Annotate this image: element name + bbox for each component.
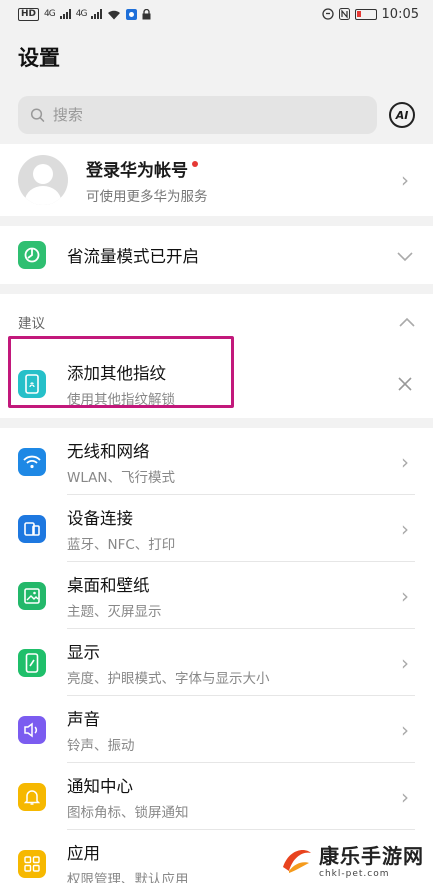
- fingerprint-phone-icon: [18, 370, 46, 398]
- settings-item-sound[interactable]: 声音 铃声、振动 ›: [0, 696, 433, 763]
- sound-icon: [18, 715, 46, 744]
- settings-item-subtitle: 铃声、振动: [67, 737, 135, 754]
- assistant-icon: AI: [395, 108, 409, 122]
- shield-status-icon: [126, 8, 138, 20]
- data-saver-title: 省流量模式已开启: [67, 247, 199, 266]
- account-row[interactable]: 登录华为帐号 可使用更多华为服务 ›: [0, 144, 433, 216]
- search-row: AI: [0, 92, 433, 138]
- account-title: 登录华为帐号: [86, 160, 188, 181]
- settings-item-subtitle: 蓝牙、NFC、打印: [67, 536, 176, 553]
- lock-status-icon: [142, 8, 151, 19]
- settings-item-title: 显示: [67, 642, 100, 662]
- add-fingerprint-suggestion[interactable]: 添加其他指纹 使用其他指纹解锁: [0, 350, 433, 418]
- settings-item-title: 桌面和壁纸: [67, 575, 150, 595]
- nfc-status-icon: [338, 8, 350, 20]
- chevron-down-icon[interactable]: [395, 243, 415, 267]
- suggestions-header[interactable]: 建议: [0, 294, 433, 350]
- dnd-status-icon: [321, 8, 334, 20]
- search-box[interactable]: [18, 96, 377, 134]
- close-icon[interactable]: [395, 372, 415, 396]
- settings-item-title: 设备连接: [67, 508, 133, 528]
- watermark-title: 康乐手游网: [319, 843, 424, 868]
- signal-1-label: 4G: [44, 9, 56, 19]
- settings-item-subtitle: 主题、灭屏显示: [67, 603, 162, 620]
- bell-icon: [18, 782, 46, 811]
- device-connection-icon: [18, 514, 46, 543]
- settings-item-subtitle: 亮度、护眼模式、字体与显示大小: [67, 670, 270, 687]
- apps-icon: [18, 849, 46, 878]
- wifi-icon: [18, 447, 46, 476]
- cellular-signal-icon: [59, 9, 71, 19]
- settings-item-home-wallpaper[interactable]: 桌面和壁纸 主题、灭屏显示 ›: [0, 562, 433, 629]
- wifi-status-icon: [108, 10, 121, 19]
- data-saver-icon: [18, 241, 46, 269]
- watermark-logo-icon: [279, 841, 315, 877]
- chevron-right-icon: ›: [401, 717, 409, 742]
- settings-item-subtitle: WLAN、飞行模式: [67, 469, 176, 486]
- page-title: 设置: [18, 46, 60, 70]
- chevron-right-icon: ›: [401, 516, 409, 541]
- settings-item-title: 无线和网络: [67, 441, 150, 461]
- suggestion-subtitle: 使用其他指纹解锁: [67, 392, 175, 408]
- settings-item-wireless[interactable]: 无线和网络 WLAN、飞行模式 ›: [0, 428, 433, 495]
- wallpaper-icon: [18, 581, 46, 610]
- watermark-url: chkl-pet.com: [319, 868, 390, 879]
- chevron-right-icon: ›: [401, 650, 409, 675]
- display-icon: [18, 648, 46, 677]
- settings-item-display[interactable]: 显示 亮度、护眼模式、字体与显示大小 ›: [0, 629, 433, 696]
- status-bar: HD 4G 4G 10:05: [0, 0, 433, 28]
- avatar: [18, 155, 68, 205]
- chevron-right-icon: ›: [401, 449, 409, 474]
- settings-item-notifications[interactable]: 通知中心 图标角标、锁屏通知 ›: [0, 763, 433, 830]
- hd-indicator: HD: [18, 7, 40, 21]
- settings-item-title: 通知中心: [67, 776, 133, 796]
- signal-2-label: 4G: [75, 9, 88, 19]
- data-saver-row[interactable]: 省流量模式已开启: [0, 226, 433, 284]
- suggestions-label: 建议: [18, 316, 45, 332]
- search-icon: [30, 108, 45, 122]
- chevron-right-icon: ›: [401, 784, 409, 809]
- suggestion-title: 添加其他指纹: [67, 364, 166, 383]
- watermark: 康乐手游网 chkl-pet.com: [279, 837, 429, 881]
- notification-dot: [192, 161, 198, 167]
- chevron-right-icon: ›: [401, 168, 409, 192]
- cellular-signal-2-icon: [91, 9, 103, 19]
- chevron-right-icon: ›: [401, 583, 409, 608]
- settings-list: 无线和网络 WLAN、飞行模式 › 设备连接 蓝牙、NFC、打印 › 桌面和壁纸…: [0, 428, 433, 883]
- settings-item-subtitle: 图标角标、锁屏通知: [67, 804, 189, 821]
- clock: 10:05: [381, 6, 419, 22]
- settings-item-title: 声音: [67, 709, 100, 729]
- chevron-up-icon[interactable]: [399, 317, 415, 327]
- assistant-button[interactable]: AI: [389, 102, 415, 128]
- battery-icon: [354, 8, 377, 20]
- search-input[interactable]: [52, 106, 365, 124]
- settings-item-device-connection[interactable]: 设备连接 蓝牙、NFC、打印 ›: [0, 495, 433, 562]
- account-subtitle: 可使用更多华为服务: [86, 188, 208, 205]
